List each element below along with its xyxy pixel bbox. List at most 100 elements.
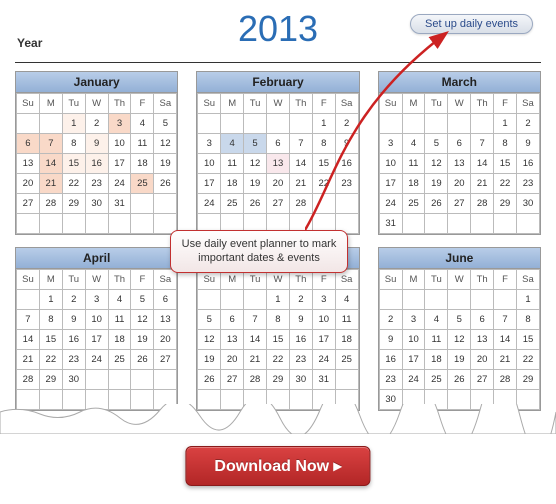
day-cell[interactable]: 17 <box>85 330 108 350</box>
day-cell[interactable]: 9 <box>379 330 402 350</box>
day-cell[interactable]: 5 <box>198 310 221 330</box>
day-cell[interactable]: 21 <box>494 350 517 370</box>
day-cell[interactable]: 15 <box>39 330 62 350</box>
day-cell[interactable]: 19 <box>448 350 471 370</box>
day-cell[interactable]: 7 <box>494 310 517 330</box>
day-cell[interactable]: 2 <box>335 114 358 134</box>
day-cell[interactable]: 1 <box>39 290 62 310</box>
day-cell[interactable]: 2 <box>85 114 108 134</box>
day-cell[interactable]: 21 <box>471 174 494 194</box>
day-cell[interactable]: 6 <box>154 290 177 310</box>
day-cell[interactable]: 27 <box>471 370 494 390</box>
day-cell[interactable]: 8 <box>62 134 85 154</box>
day-cell[interactable]: 26 <box>448 370 471 390</box>
day-cell[interactable]: 27 <box>17 194 40 214</box>
day-cell[interactable]: 12 <box>425 154 448 174</box>
day-cell[interactable]: 19 <box>198 350 221 370</box>
day-cell[interactable]: 20 <box>221 350 244 370</box>
day-cell[interactable]: 21 <box>17 350 40 370</box>
day-cell[interactable]: 30 <box>62 370 85 390</box>
day-cell[interactable]: 10 <box>402 330 425 350</box>
day-cell[interactable]: 20 <box>17 174 40 194</box>
day-cell[interactable]: 25 <box>402 194 425 214</box>
day-cell[interactable]: 18 <box>335 330 358 350</box>
day-cell[interactable]: 29 <box>267 370 290 390</box>
day-cell[interactable]: 18 <box>221 174 244 194</box>
day-cell[interactable]: 4 <box>131 114 154 134</box>
day-cell[interactable]: 24 <box>379 194 402 214</box>
day-cell[interactable]: 11 <box>221 154 244 174</box>
day-cell[interactable]: 16 <box>517 154 540 174</box>
day-cell[interactable]: 16 <box>379 350 402 370</box>
day-cell[interactable]: 16 <box>289 330 312 350</box>
day-cell[interactable]: 15 <box>62 154 85 174</box>
day-cell[interactable]: 20 <box>267 174 290 194</box>
day-cell[interactable]: 10 <box>85 310 108 330</box>
day-cell[interactable]: 12 <box>448 330 471 350</box>
day-cell[interactable]: 12 <box>244 154 267 174</box>
day-cell[interactable]: 4 <box>335 290 358 310</box>
day-cell[interactable]: 12 <box>154 134 177 154</box>
day-cell[interactable]: 16 <box>62 330 85 350</box>
day-cell[interactable]: 7 <box>244 310 267 330</box>
day-cell[interactable]: 25 <box>425 370 448 390</box>
day-cell[interactable]: 14 <box>17 330 40 350</box>
day-cell[interactable]: 28 <box>289 194 312 214</box>
day-cell[interactable]: 7 <box>471 134 494 154</box>
day-cell[interactable]: 17 <box>379 174 402 194</box>
day-cell[interactable]: 25 <box>221 194 244 214</box>
day-cell[interactable]: 24 <box>198 194 221 214</box>
day-cell[interactable]: 16 <box>85 154 108 174</box>
day-cell[interactable]: 17 <box>198 174 221 194</box>
day-cell[interactable]: 1 <box>494 114 517 134</box>
day-cell[interactable]: 17 <box>312 330 335 350</box>
day-cell[interactable]: 8 <box>312 134 335 154</box>
day-cell[interactable]: 29 <box>517 370 540 390</box>
day-cell[interactable]: 18 <box>131 154 154 174</box>
day-cell[interactable]: 1 <box>312 114 335 134</box>
day-cell[interactable]: 19 <box>154 154 177 174</box>
day-cell[interactable]: 28 <box>39 194 62 214</box>
day-cell[interactable]: 3 <box>312 290 335 310</box>
day-cell[interactable]: 1 <box>517 290 540 310</box>
day-cell[interactable]: 15 <box>517 330 540 350</box>
day-cell[interactable]: 8 <box>39 310 62 330</box>
day-cell[interactable]: 27 <box>221 370 244 390</box>
day-cell[interactable]: 26 <box>154 174 177 194</box>
day-cell[interactable]: 4 <box>402 134 425 154</box>
day-cell[interactable]: 13 <box>448 154 471 174</box>
day-cell[interactable]: 2 <box>62 290 85 310</box>
day-cell[interactable]: 23 <box>335 174 358 194</box>
day-cell[interactable]: 3 <box>198 134 221 154</box>
day-cell[interactable]: 30 <box>289 370 312 390</box>
day-cell[interactable]: 2 <box>289 290 312 310</box>
day-cell[interactable]: 6 <box>448 134 471 154</box>
day-cell[interactable]: 20 <box>471 350 494 370</box>
day-cell[interactable]: 9 <box>85 134 108 154</box>
day-cell[interactable]: 16 <box>335 154 358 174</box>
day-cell[interactable]: 13 <box>267 154 290 174</box>
day-cell[interactable]: 22 <box>494 174 517 194</box>
day-cell[interactable]: 1 <box>267 290 290 310</box>
day-cell[interactable]: 11 <box>131 134 154 154</box>
day-cell[interactable]: 24 <box>312 350 335 370</box>
download-button[interactable]: Download Now ▸ <box>185 446 370 486</box>
day-cell[interactable]: 30 <box>85 194 108 214</box>
day-cell[interactable]: 3 <box>108 114 131 134</box>
day-cell[interactable]: 6 <box>221 310 244 330</box>
day-cell[interactable]: 21 <box>39 174 62 194</box>
day-cell[interactable]: 15 <box>267 330 290 350</box>
day-cell[interactable]: 18 <box>402 174 425 194</box>
day-cell[interactable]: 26 <box>425 194 448 214</box>
day-cell[interactable]: 27 <box>154 350 177 370</box>
day-cell[interactable]: 20 <box>448 174 471 194</box>
day-cell[interactable]: 26 <box>131 350 154 370</box>
day-cell[interactable]: 10 <box>312 310 335 330</box>
day-cell[interactable]: 22 <box>39 350 62 370</box>
day-cell[interactable]: 29 <box>39 370 62 390</box>
day-cell[interactable]: 7 <box>39 134 62 154</box>
day-cell[interactable]: 29 <box>494 194 517 214</box>
day-cell[interactable]: 23 <box>289 350 312 370</box>
day-cell[interactable]: 22 <box>517 350 540 370</box>
day-cell[interactable]: 26 <box>198 370 221 390</box>
